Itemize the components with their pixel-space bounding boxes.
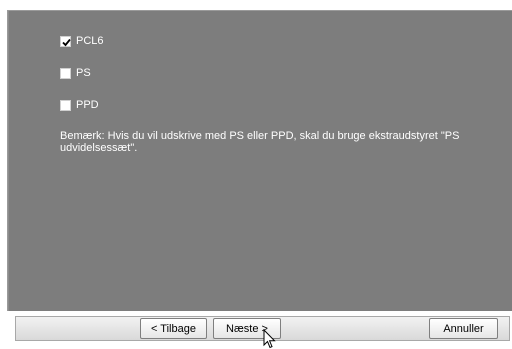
ppd-checkbox[interactable]: [60, 99, 71, 111]
note-text: Bemærk: Hvis du vil udskrive med PS elle…: [60, 130, 460, 154]
pcl6-label: PCL6: [76, 35, 104, 47]
check-icon: [62, 38, 71, 46]
ppd-label: PPD: [76, 99, 99, 111]
pcl6-checkbox[interactable]: [60, 35, 71, 47]
mouse-pointer-icon: [263, 329, 276, 349]
ps-checkbox[interactable]: [60, 67, 71, 79]
cancel-button[interactable]: Annuller: [429, 318, 498, 339]
option-ps[interactable]: PS: [60, 67, 91, 79]
option-ppd[interactable]: PPD: [60, 99, 99, 111]
panel-border: [8, 11, 9, 311]
back-button[interactable]: < Tilbage: [140, 318, 207, 339]
option-pcl6[interactable]: PCL6: [60, 35, 104, 47]
options-panel: [7, 10, 512, 311]
ps-label: PS: [76, 67, 91, 79]
